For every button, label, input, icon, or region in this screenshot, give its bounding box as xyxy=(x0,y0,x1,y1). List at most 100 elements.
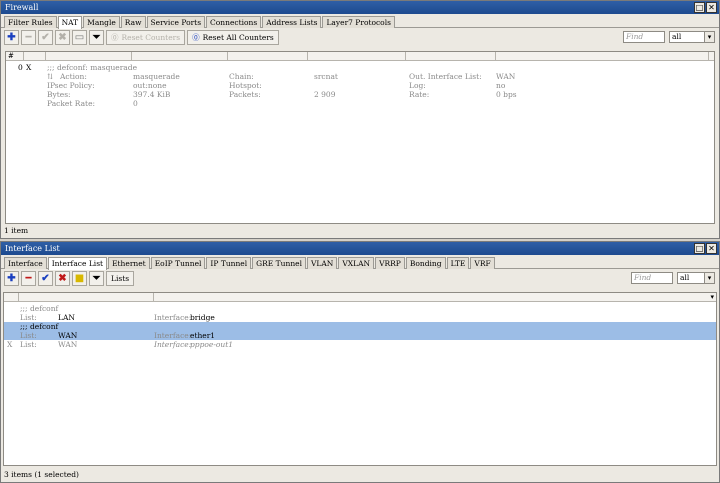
bytes-value: 397.4 KiB xyxy=(133,90,171,99)
reset-all-counters-button[interactable]: ⓪ Reset All Counters xyxy=(187,29,279,45)
tab-vxlan[interactable]: VXLAN xyxy=(338,257,375,269)
cross-icon: ✖ xyxy=(58,272,67,284)
select-arrow-icon: ▾ xyxy=(704,32,714,42)
packets-label: Packets: xyxy=(229,90,261,99)
reset-counters-button[interactable]: ⓪ Reset Counters xyxy=(106,29,186,45)
find-input[interactable]: Find xyxy=(623,31,665,43)
header-col-2[interactable] xyxy=(154,293,716,302)
tab-raw[interactable]: Raw xyxy=(120,16,146,28)
enable-button[interactable]: ✔ xyxy=(38,270,53,286)
table-row-selected[interactable]: ;;; defconf List: WAN Interface: ether1 xyxy=(4,322,716,340)
tab-mangle[interactable]: Mangle xyxy=(83,16,120,28)
tab-bonding[interactable]: Bonding xyxy=(405,257,446,269)
tab-layer7-protocols[interactable]: Layer7 Protocols xyxy=(322,16,395,28)
firewall-toolbar: ✚ ━ ✔ ✖ ▭ ⏷ ⓪ Reset Counters ⓪ Reset All C… xyxy=(1,28,719,46)
tab-gre-tunnel[interactable]: GRE Tunnel xyxy=(252,257,306,269)
packet-rate-label: Packet Rate: xyxy=(47,99,96,108)
header-col-4[interactable] xyxy=(228,52,308,61)
masquerade-icon: ⇅ xyxy=(47,72,54,81)
tab-ip-tunnel[interactable]: IP Tunnel xyxy=(206,257,252,269)
header-number[interactable]: # xyxy=(6,52,24,61)
table-row[interactable]: X List: WAN Interface: pppoe-out1 xyxy=(4,340,716,350)
header-col-7[interactable] xyxy=(496,52,709,61)
firewall-titlebar[interactable]: Firewall □ ✕ xyxy=(1,1,719,14)
find-input[interactable]: Find xyxy=(631,272,673,284)
rule-comment: ;;; defconf: masquerade xyxy=(47,63,138,72)
header-col-1[interactable] xyxy=(19,293,154,302)
comment-button[interactable]: ▭ xyxy=(72,29,87,45)
header-col-1[interactable] xyxy=(24,52,46,61)
firewall-status: 1 item xyxy=(4,226,29,235)
filter-select[interactable]: all ▾ xyxy=(669,31,715,43)
minus-icon: ━ xyxy=(25,272,32,284)
enable-button[interactable]: ✔ xyxy=(38,29,53,45)
tab-lte[interactable]: LTE xyxy=(446,257,470,269)
interface-list-table[interactable]: ▾ ;;; defconf List: LAN Interface: bridg… xyxy=(3,292,717,466)
packet-rate-value: 0 xyxy=(133,99,138,108)
close-button[interactable]: ✕ xyxy=(706,2,717,13)
cross-icon: ✖ xyxy=(58,31,67,43)
tab-address-lists[interactable]: Address Lists xyxy=(262,16,322,28)
list-value: WAN xyxy=(58,340,78,349)
list-value: LAN xyxy=(58,313,75,322)
nat-rule-row[interactable]: 0 X ;;; defconf: masquerade ⇅ Action: ma… xyxy=(6,62,714,110)
header-col-2[interactable] xyxy=(46,52,132,61)
interface-value: pppoe-out1 xyxy=(190,340,234,349)
disable-button[interactable]: ✖ xyxy=(55,29,70,45)
action-label: Action: xyxy=(60,72,87,81)
reset-all-icon: ⓪ xyxy=(192,32,200,42)
interface-label: Interface: xyxy=(154,331,192,340)
header-col-0[interactable] xyxy=(4,293,19,302)
tab-vrf[interactable]: VRF xyxy=(470,257,495,269)
filter-button[interactable]: ⏷ xyxy=(89,270,104,286)
tab-service-ports[interactable]: Service Ports xyxy=(146,16,206,28)
close-button[interactable]: ✕ xyxy=(706,243,717,254)
disable-button[interactable]: ✖ xyxy=(55,270,70,286)
maximize-button[interactable]: □ xyxy=(694,243,705,254)
remove-button[interactable]: ━ xyxy=(21,29,36,45)
interface-list-titlebar[interactable]: Interface List □ ✕ xyxy=(1,242,719,255)
interface-list-status: 3 items (1 selected) xyxy=(4,470,79,479)
tab-eoip-tunnel[interactable]: EoIP Tunnel xyxy=(150,257,206,269)
table-row[interactable]: ;;; defconf List: LAN Interface: bridge xyxy=(4,304,716,322)
row-disabled-flag: X xyxy=(7,340,13,349)
check-icon: ✔ xyxy=(41,31,50,43)
ipsec-policy-value: out:none xyxy=(133,81,167,90)
row-comment: ;;; defconf xyxy=(20,304,59,313)
tab-connections[interactable]: Connections xyxy=(206,16,262,28)
log-label: Log: xyxy=(409,81,426,90)
rate-label: Rate: xyxy=(409,90,430,99)
remove-button[interactable]: ━ xyxy=(21,270,36,286)
header-col-6[interactable] xyxy=(406,52,496,61)
tab-vlan[interactable]: VLAN xyxy=(306,257,338,269)
tab-ethernet[interactable]: Ethernet xyxy=(108,257,150,269)
reset-all-counters-label: Reset All Counters xyxy=(202,32,274,42)
add-button[interactable]: ✚ xyxy=(4,29,19,45)
lists-button[interactable]: Lists xyxy=(106,270,135,286)
chain-value: srcnat xyxy=(314,72,338,81)
interface-value: bridge xyxy=(190,313,215,322)
filter-select[interactable]: all ▾ xyxy=(677,272,715,284)
header-col-5[interactable] xyxy=(308,52,406,61)
tab-interface[interactable]: Interface xyxy=(4,257,47,269)
nat-rules-list[interactable]: # 0 X ;;; defconf: masquerade ⇅ Action: … xyxy=(5,51,715,224)
add-button[interactable]: ✚ xyxy=(4,270,19,286)
maximize-button[interactable]: □ xyxy=(694,2,705,13)
list-header: ▾ xyxy=(4,293,716,302)
header-col-3[interactable] xyxy=(132,52,228,61)
firewall-tabs: Filter Rules NAT Mangle Raw Service Port… xyxy=(1,14,719,29)
filter-select-value: all xyxy=(680,273,690,282)
rule-number: 0 xyxy=(18,63,23,72)
comment-button[interactable]: ■ xyxy=(72,270,87,286)
chain-label: Chain: xyxy=(229,72,254,81)
firewall-title: Firewall xyxy=(5,3,39,12)
out-interface-list-value: WAN xyxy=(496,72,516,81)
plus-icon: ✚ xyxy=(7,272,16,284)
tab-filter-rules[interactable]: Filter Rules xyxy=(4,16,57,28)
packets-value: 2 909 xyxy=(314,90,336,99)
filter-button[interactable]: ⏷ xyxy=(89,29,104,45)
interface-list-title: Interface List xyxy=(5,244,60,253)
tab-vrrp[interactable]: VRRP xyxy=(375,257,405,269)
column-menu-icon[interactable]: ▾ xyxy=(710,293,714,301)
plus-icon: ✚ xyxy=(7,31,16,43)
